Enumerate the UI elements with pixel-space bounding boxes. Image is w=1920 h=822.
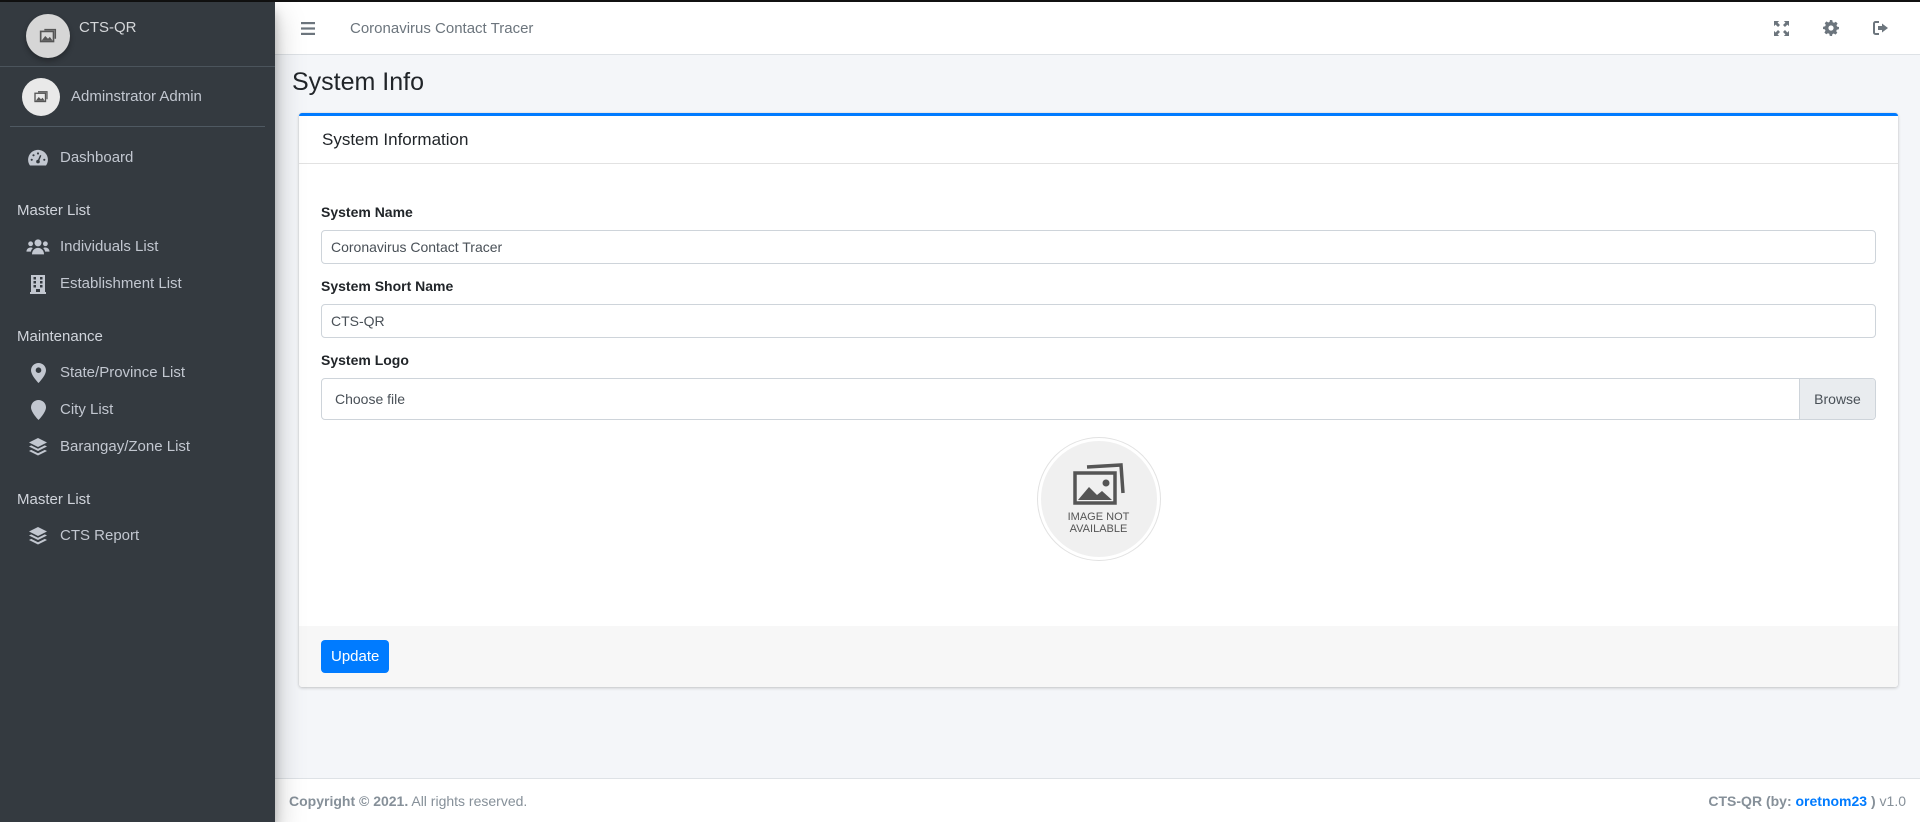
user-panel[interactable]: Adminstrator Admin [10, 67, 265, 127]
sidebar-nav: Dashboard Master List Individuals List E… [0, 127, 275, 554]
image-not-available-icon [34, 90, 48, 102]
sign-out-icon[interactable] [1856, 8, 1906, 48]
map-marker-icon [26, 399, 50, 420]
sidebar-item-barangay-zone-list[interactable]: Barangay/Zone List [0, 428, 275, 465]
nav-header-master-list-2: Master List [17, 490, 91, 508]
author-link[interactable]: oretnom23 [1796, 793, 1868, 809]
card-title: System Information [299, 116, 1898, 164]
image-not-available-icon [1072, 463, 1125, 505]
image-not-available-text: IMAGE NOT AVAILABLE [1068, 511, 1130, 535]
card-footer: Update [299, 626, 1898, 687]
brand-logo [26, 14, 70, 58]
system-name-label: System Name [321, 204, 413, 220]
sidebar-item-label: Dashboard [60, 149, 134, 166]
card-body: System Name Coronavirus Contact Tracer S… [299, 164, 1898, 626]
avatar [22, 77, 60, 116]
version: v1.0 [1875, 792, 1906, 809]
copyright-rest: All rights reserved. [408, 792, 528, 809]
logo-preview: IMAGE NOT AVAILABLE [321, 438, 1876, 560]
system-name-input[interactable]: Coronavirus Contact Tracer [321, 230, 1876, 264]
top-navbar: Coronavirus Contact Tracer [275, 2, 1920, 55]
system-short-name-label: System Short Name [321, 278, 454, 294]
credit-prefix: CTS-QR (by: [1708, 792, 1796, 809]
users-icon [26, 237, 50, 257]
layer-group-icon [26, 437, 50, 457]
credit-suffix: ) [1867, 792, 1876, 809]
update-button[interactable]: Update [321, 640, 390, 673]
map-marker-icon [26, 362, 50, 383]
system-logo-group: System Logo Choose file Browse [321, 352, 1876, 420]
gear-icon[interactable] [1806, 8, 1856, 48]
image-not-available-icon [39, 28, 57, 43]
system-info-card: System Information System Name Coronavir… [299, 113, 1898, 687]
hamburger-menu-icon[interactable] [301, 21, 321, 35]
system-short-name-input[interactable]: CTS-QR [321, 304, 1876, 338]
expand-icon[interactable] [1756, 8, 1806, 48]
system-name-group: System Name Coronavirus Contact Tracer [321, 204, 1876, 264]
sidebar-item-label: State/Province List [60, 364, 186, 381]
copyright: Copyright © 2021. All rights reserved. [289, 793, 527, 809]
preview-line-2: AVAILABLE [1069, 523, 1128, 535]
sidebar-item-label: Individuals List [60, 238, 159, 255]
system-short-name-group: System Short Name CTS-QR [321, 278, 1876, 338]
sidebar-item-label: Barangay/Zone List [60, 438, 191, 455]
user-name: Adminstrator Admin [71, 88, 202, 105]
sidebar-item-establishment-list[interactable]: Establishment List [0, 265, 275, 302]
sidebar-item-dashboard[interactable]: Dashboard [0, 139, 275, 176]
copyright-bold: Copyright © 2021. [289, 792, 409, 809]
system-logo-label: System Logo [321, 352, 409, 368]
system-logo-file-input[interactable]: Choose file Browse [321, 378, 1876, 420]
page-title: System Info [292, 68, 424, 96]
logo-preview-image: IMAGE NOT AVAILABLE [1037, 438, 1160, 560]
sidebar-item-label: Establishment List [60, 275, 182, 292]
sidebar-item-label: CTS Report [60, 527, 140, 544]
sidebar: CTS-QR Adminstrator Admin Dashboard Mast… [0, 2, 275, 822]
brand-link[interactable]: CTS-QR [0, 2, 275, 67]
file-input-placeholder: Choose file [335, 391, 406, 407]
sidebar-item-city-list[interactable]: City List [0, 391, 275, 428]
sidebar-item-label: City List [60, 401, 114, 418]
layer-group-icon [26, 526, 50, 546]
sidebar-item-individuals-list[interactable]: Individuals List [0, 228, 275, 265]
nav-header-master-list: Master List [17, 201, 91, 219]
page-footer: Copyright © 2021. All rights reserved. C… [275, 778, 1920, 822]
preview-line-1: IMAGE NOT [1067, 511, 1130, 523]
app-credit: CTS-QR (by: oretnom23 ) v1.0 [1708, 793, 1906, 809]
navbar-title: Coronavirus Contact Tracer [350, 19, 534, 37]
brand-name: CTS-QR [79, 19, 137, 36]
main-content: System Info System Information System Na… [275, 56, 1920, 687]
sidebar-item-state-province-list[interactable]: State/Province List [0, 354, 275, 391]
nav-header-maintenance: Maintenance [17, 327, 103, 345]
building-icon [26, 274, 50, 294]
tachometer-icon [26, 148, 50, 168]
sidebar-item-cts-report[interactable]: CTS Report [0, 517, 275, 554]
browse-button[interactable]: Browse [1799, 379, 1875, 419]
